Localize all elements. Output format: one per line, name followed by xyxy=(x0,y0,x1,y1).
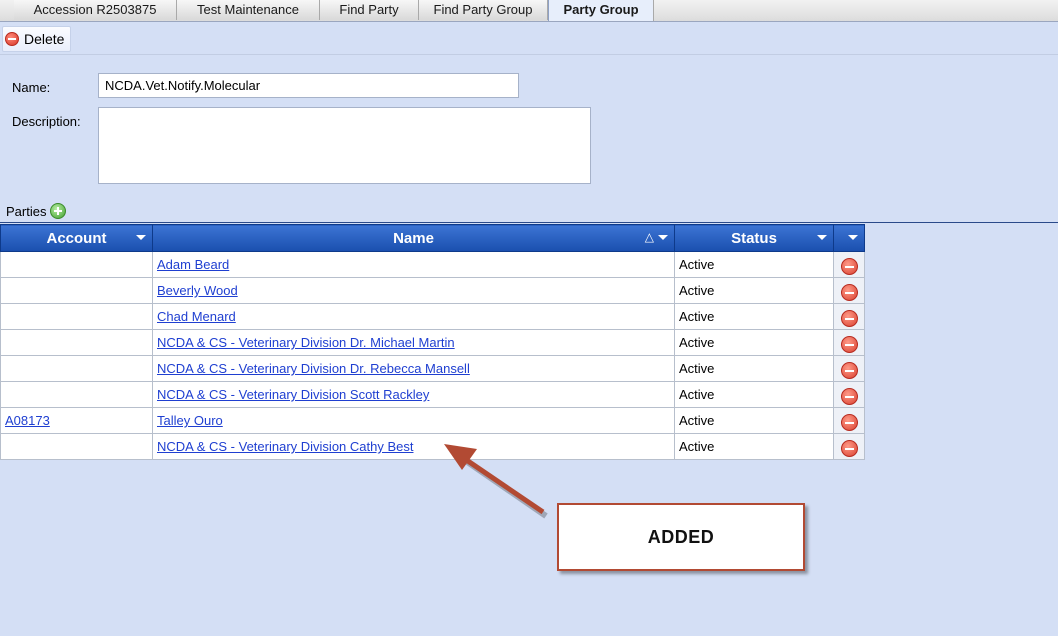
chevron-down-icon[interactable] xyxy=(658,235,668,240)
party-name-link[interactable]: NCDA & CS - Veterinary Division Scott Ra… xyxy=(157,387,429,402)
status-cell: Active xyxy=(674,303,834,330)
name-cell: NCDA & CS - Veterinary Division Dr. Mich… xyxy=(152,329,675,356)
party-name-link[interactable]: Talley Ouro xyxy=(157,413,223,428)
remove-party-icon[interactable] xyxy=(840,257,858,275)
toolbar: Delete xyxy=(0,22,1058,55)
table-row: NCDA & CS - Veterinary Division Dr. Rebe… xyxy=(0,355,865,382)
parties-header: Parties xyxy=(6,203,67,219)
tab-party-group[interactable]: Party Group xyxy=(548,0,654,21)
name-cell: NCDA & CS - Veterinary Division Dr. Rebe… xyxy=(152,355,675,382)
party-name-link[interactable]: NCDA & CS - Veterinary Division Dr. Rebe… xyxy=(157,361,470,376)
remove-cell xyxy=(833,355,865,382)
account-link[interactable]: A08173 xyxy=(5,413,50,428)
annotation-callout: ADDED xyxy=(557,503,805,571)
party-name-link[interactable]: NCDA & CS - Veterinary Division Cathy Be… xyxy=(157,439,413,454)
name-cell: Beverly Wood xyxy=(152,277,675,304)
sort-ascending-icon: △ xyxy=(644,230,654,244)
name-input[interactable] xyxy=(98,73,519,98)
tab-find-party[interactable]: Find Party xyxy=(320,0,419,20)
table-row: Adam Beard Active xyxy=(0,251,865,278)
chevron-down-icon[interactable] xyxy=(848,235,858,240)
name-cell: Adam Beard xyxy=(152,251,675,278)
chevron-down-icon[interactable] xyxy=(817,235,827,240)
column-header-name-label: Name xyxy=(393,229,434,247)
remove-cell xyxy=(833,433,865,460)
party-name-link[interactable]: NCDA & CS - Veterinary Division Dr. Mich… xyxy=(157,335,455,350)
remove-cell xyxy=(833,407,865,434)
table-row: A08173 Talley Ouro Active xyxy=(0,407,865,434)
status-cell: Active xyxy=(674,355,834,382)
account-cell xyxy=(0,355,153,382)
arrow-shadow xyxy=(464,458,548,519)
remove-cell xyxy=(833,329,865,356)
chevron-down-icon[interactable] xyxy=(136,235,146,240)
description-label: Description: xyxy=(12,114,81,129)
status-cell: Active xyxy=(674,407,834,434)
column-header-name[interactable]: Name △ xyxy=(152,224,675,252)
account-cell xyxy=(0,329,153,356)
name-cell: NCDA & CS - Veterinary Division Cathy Be… xyxy=(152,433,675,460)
column-header-account[interactable]: Account xyxy=(0,224,153,252)
remove-cell xyxy=(833,277,865,304)
annotation-text: ADDED xyxy=(647,526,715,547)
party-name-link[interactable]: Adam Beard xyxy=(157,257,229,272)
account-cell xyxy=(0,303,153,330)
name-label: Name: xyxy=(12,80,51,95)
table-row: NCDA & CS - Veterinary Division Cathy Be… xyxy=(0,433,865,460)
account-cell: A08173 xyxy=(0,407,153,434)
delete-button-label: Delete xyxy=(24,31,65,47)
remove-party-icon[interactable] xyxy=(840,413,858,431)
party-name-link[interactable]: Beverly Wood xyxy=(157,283,238,298)
remove-party-icon[interactable] xyxy=(840,387,858,405)
column-header-status[interactable]: Status xyxy=(674,224,834,252)
name-cell: Talley Ouro xyxy=(152,407,675,434)
tab-accession[interactable]: Accession R2503875 xyxy=(14,0,177,20)
name-cell: Chad Menard xyxy=(152,303,675,330)
status-cell: Active xyxy=(674,433,834,460)
account-cell xyxy=(0,381,153,408)
remove-party-icon[interactable] xyxy=(840,335,858,353)
table-row: NCDA & CS - Veterinary Division Scott Ra… xyxy=(0,381,865,408)
table-row: NCDA & CS - Veterinary Division Dr. Mich… xyxy=(0,329,865,356)
grid-header-row: Account Name △ Status xyxy=(0,224,865,252)
status-cell: Active xyxy=(674,381,834,408)
remove-cell xyxy=(833,251,865,278)
tab-test-maintenance[interactable]: Test Maintenance xyxy=(177,0,320,20)
remove-cell xyxy=(833,381,865,408)
status-cell: Active xyxy=(674,251,834,278)
remove-party-icon[interactable] xyxy=(840,309,858,327)
column-header-actions[interactable] xyxy=(833,224,865,252)
remove-party-icon[interactable] xyxy=(840,439,858,457)
table-row: Chad Menard Active xyxy=(0,303,865,330)
account-cell xyxy=(0,277,153,304)
column-header-status-label: Status xyxy=(731,229,777,247)
account-cell xyxy=(0,433,153,460)
parties-grid: Account Name △ Status Adam Beard Active xyxy=(0,224,865,460)
parties-label: Parties xyxy=(6,203,47,219)
status-cell: Active xyxy=(674,329,834,356)
add-party-icon[interactable] xyxy=(50,203,67,219)
arrow-shaft xyxy=(460,454,545,515)
table-row: Beverly Wood Active xyxy=(0,277,865,304)
tab-strip: Accession R2503875 Test Maintenance Find… xyxy=(0,0,1058,22)
status-cell: Active xyxy=(674,277,834,304)
name-cell: NCDA & CS - Veterinary Division Scott Ra… xyxy=(152,381,675,408)
remove-cell xyxy=(833,303,865,330)
divider xyxy=(0,222,1058,223)
description-input[interactable] xyxy=(98,107,591,184)
delete-icon xyxy=(5,32,19,46)
remove-party-icon[interactable] xyxy=(840,283,858,301)
remove-party-icon[interactable] xyxy=(840,361,858,379)
party-name-link[interactable]: Chad Menard xyxy=(157,309,236,324)
tab-find-party-group[interactable]: Find Party Group xyxy=(419,0,548,20)
delete-button[interactable]: Delete xyxy=(2,26,72,52)
account-cell xyxy=(0,251,153,278)
column-header-account-label: Account xyxy=(46,229,107,247)
